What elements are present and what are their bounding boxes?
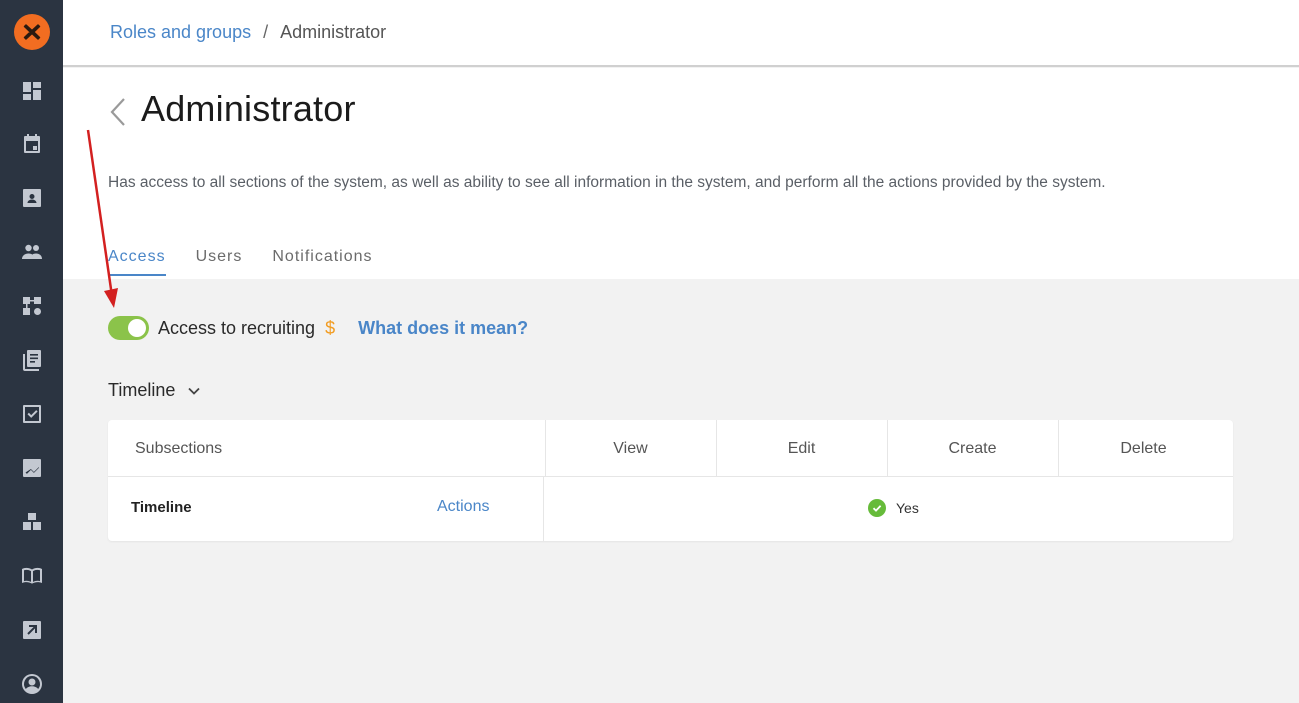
column-divider bbox=[887, 420, 888, 477]
dollar-icon: $ bbox=[325, 317, 336, 338]
calendar-icon[interactable] bbox=[18, 130, 46, 158]
role-description: Has access to all sections of the system… bbox=[108, 174, 1106, 191]
toggle-knob bbox=[128, 319, 146, 337]
library-icon[interactable] bbox=[18, 346, 46, 374]
tab-notifications[interactable]: Notifications bbox=[272, 248, 372, 276]
row-actions-link[interactable]: Actions bbox=[437, 498, 489, 516]
header-delete: Delete bbox=[1120, 439, 1167, 457]
breadcrumb-roles-link[interactable]: Roles and groups bbox=[110, 22, 251, 43]
checklist-icon[interactable] bbox=[18, 400, 46, 428]
section-title: Timeline bbox=[108, 380, 176, 400]
recruiting-access-toggle[interactable] bbox=[108, 316, 149, 340]
external-link-icon[interactable] bbox=[18, 616, 46, 644]
breadcrumb-current: Administrator bbox=[280, 22, 387, 42]
boxes-icon[interactable] bbox=[18, 508, 46, 536]
chevron-down-icon bbox=[188, 387, 200, 395]
table-row: Timeline Actions Yes bbox=[108, 477, 1233, 541]
top-bar: Roles and groups / Administrator bbox=[63, 0, 1299, 67]
column-divider bbox=[545, 420, 546, 477]
x-logo-icon[interactable] bbox=[14, 14, 50, 50]
tab-bar: Access Users Notifications bbox=[108, 248, 373, 276]
what-does-it-mean-link[interactable]: What does it mean? bbox=[358, 318, 528, 339]
breadcrumb: Roles and groups / Administrator bbox=[110, 22, 386, 43]
recruiting-access-label: Access to recruiting bbox=[158, 317, 316, 338]
back-arrow-icon[interactable] bbox=[107, 96, 129, 128]
page-title: Administrator bbox=[141, 88, 356, 129]
header-create: Create bbox=[948, 439, 997, 457]
people-icon[interactable] bbox=[18, 238, 46, 266]
chart-icon[interactable] bbox=[18, 454, 46, 482]
timeline-section-toggle[interactable]: Timeline bbox=[108, 380, 201, 401]
permissions-table: Subsections View Edit Create Delete Time… bbox=[108, 420, 1233, 541]
breadcrumb-separator: / bbox=[263, 22, 269, 42]
tab-users[interactable]: Users bbox=[196, 248, 243, 276]
check-circle-icon bbox=[868, 499, 886, 517]
access-toggle-row: Access to recruiting $ What does it mean… bbox=[108, 315, 528, 341]
permission-value-label: Yes bbox=[896, 500, 919, 516]
dashboard-icon[interactable] bbox=[18, 77, 46, 105]
contact-card-icon[interactable] bbox=[18, 184, 46, 212]
book-icon[interactable] bbox=[18, 562, 46, 590]
column-divider bbox=[716, 420, 717, 477]
header-view: View bbox=[613, 439, 648, 457]
header-subsections: Subsections bbox=[135, 439, 223, 457]
page-header: Administrator Has access to all sections… bbox=[63, 68, 1299, 279]
row-subsection-name: Timeline bbox=[131, 499, 192, 516]
sidebar bbox=[0, 0, 63, 703]
header-edit: Edit bbox=[787, 439, 816, 457]
permission-value[interactable]: Yes bbox=[868, 499, 919, 517]
account-icon[interactable] bbox=[18, 670, 46, 698]
annotation-arrow-icon bbox=[86, 129, 118, 308]
workflow-icon[interactable] bbox=[18, 292, 46, 320]
table-header: Subsections View Edit Create Delete bbox=[108, 420, 1233, 477]
column-divider bbox=[1058, 420, 1059, 477]
